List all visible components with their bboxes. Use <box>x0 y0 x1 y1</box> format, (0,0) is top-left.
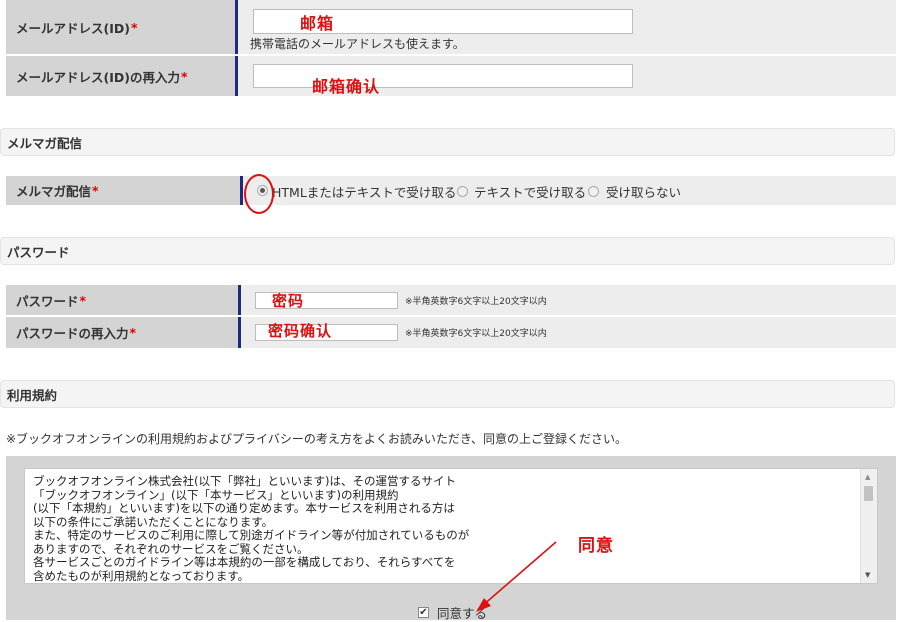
mailmag-option-text[interactable]: テキストで受け取る <box>474 182 586 201</box>
mailmag-label: メルマガ配信 * <box>6 176 240 205</box>
terms-line: ありますので、それぞれのサービスをご覧ください。 <box>33 541 309 556</box>
required-mark: * <box>180 68 188 84</box>
email-note: 携帯電話のメールアドレスも使えます。 <box>250 37 465 51</box>
agree-checkbox[interactable]: ✔ <box>418 607 429 618</box>
section-title: メルマガ配信 <box>7 135 83 151</box>
terms-line: 各サービスごとのガイドライン等は本規約の一部を構成しており、それらすべてを <box>33 555 456 569</box>
email-annotation: 邮箱 <box>300 14 335 33</box>
email-label-text: メールアドレス(ID) <box>16 20 130 36</box>
password-annotation: 密码 <box>272 292 305 310</box>
required-mark: * <box>92 183 99 198</box>
terms-line: 以下の条件にご承諾いただくことになります。 <box>33 514 274 529</box>
scroll-up-icon[interactable]: ▲ <box>865 473 870 481</box>
email-confirm-input[interactable] <box>253 64 633 88</box>
section-title: 利用規約 <box>7 387 58 403</box>
email-label: メールアドレス(ID) * <box>6 0 235 54</box>
terms-line: また、特定のサービスのご利用に際して別途ガイドライン等が付加されているものが <box>33 528 470 542</box>
accent-bar <box>238 317 241 348</box>
password-label-text: パスワード <box>16 293 79 309</box>
scroll-down-icon[interactable]: ▼ <box>865 571 870 579</box>
password-confirm-label-text: パスワードの再入力 <box>16 326 129 341</box>
section-header-mailmag: メルマガ配信 <box>0 128 895 156</box>
terms-text: ブックオフオンライン株式会社(以下「弊社」といいます)は、その運営するサイト 「… <box>33 474 853 583</box>
email-confirm-label-text: メールアドレス(ID)の再入力 <box>16 69 180 85</box>
terms-notice: ※ブックオフオンラインの利用規約およびプライバシーの考え方をよくお読みいただき、… <box>6 432 627 446</box>
terms-line: 「ブックオフオンライン」(以下「本サービス」といいます)の利用規約 <box>33 487 399 502</box>
accent-bar <box>240 176 243 205</box>
accent-bar <box>235 0 238 54</box>
email-confirm-annotation: 邮箱确认 <box>312 77 381 96</box>
password-label: パスワード * <box>6 285 240 315</box>
annotation-circle <box>244 174 274 214</box>
section-header-terms: 利用規約 <box>0 380 895 408</box>
mailmag-option-none[interactable]: 受け取らない <box>606 182 681 201</box>
mailmag-radio-text[interactable] <box>457 186 468 197</box>
accent-bar <box>238 285 241 315</box>
required-mark: * <box>130 19 138 35</box>
terms-textarea[interactable]: ブックオフオンライン株式会社(以下「弊社」といいます)は、その運営するサイト 「… <box>24 468 878 584</box>
password-hint: ※半角英数字6文字以上20文字以内 <box>405 297 547 307</box>
password-confirm-annotation: 密码确认 <box>268 322 333 340</box>
section-header-password: パスワード <box>0 237 895 265</box>
annotation-arrow-icon <box>476 541 557 612</box>
terms-line: 含めたものが利用規約となっております。 <box>33 568 250 583</box>
mailmag-radio-none[interactable] <box>588 186 599 197</box>
accent-bar <box>235 56 238 96</box>
mailmag-option-html[interactable]: HTMLまたはテキストで受け取る <box>272 182 456 201</box>
required-mark: * <box>129 325 137 340</box>
section-title: パスワード <box>7 244 70 260</box>
password-confirm-hint: ※半角英数字6文字以上20文字以内 <box>405 329 547 339</box>
terms-scrollbar[interactable]: ▲ ▼ <box>860 469 877 583</box>
terms-line: ブックオフオンライン株式会社(以下「弊社」といいます)は、その運営するサイト <box>33 474 456 488</box>
agree-annotation: 同意 <box>578 536 614 556</box>
terms-line: (以下「本規約」といいます)を以下の通り定めます。本サービスを利用される方は <box>33 501 455 515</box>
password-confirm-label: パスワードの再入力 * <box>6 317 240 348</box>
email-confirm-label: メールアドレス(ID)の再入力 * <box>6 56 235 96</box>
mailmag-label-text: メルマガ配信 <box>16 184 92 199</box>
scroll-thumb[interactable] <box>864 486 873 501</box>
required-mark: * <box>79 292 87 308</box>
